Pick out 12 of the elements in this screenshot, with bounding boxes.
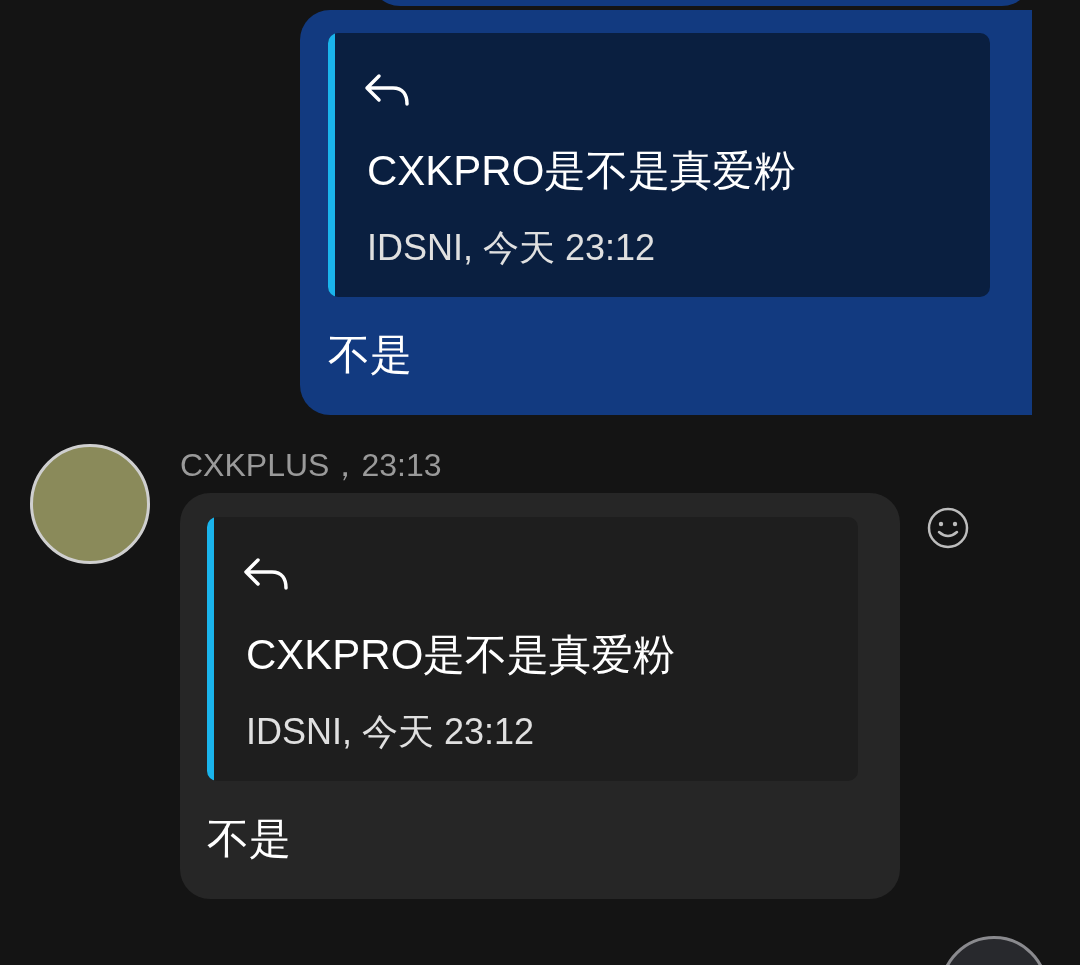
quoted-message[interactable]: CXKPRO是不是真爱粉 IDSNI, 今天 23:12 bbox=[207, 517, 858, 781]
quoted-meta: IDSNI, 今天 23:12 bbox=[246, 710, 536, 754]
quoted-text: CXKPRO是不是真爱粉 bbox=[367, 146, 797, 196]
quoted-message[interactable]: CXKPRO是不是真爱粉 IDSNI, 今天 23:12 bbox=[328, 33, 990, 297]
quoted-meta: IDSNI, 今天 23:12 bbox=[367, 226, 657, 270]
emoji-icon[interactable] bbox=[927, 507, 969, 549]
reply-icon bbox=[363, 73, 411, 107]
message-text: 不是 bbox=[207, 815, 291, 862]
sender-name-time: CXKPLUS，23:13 bbox=[180, 446, 443, 485]
reply-icon bbox=[242, 557, 290, 591]
message-text: 不是 bbox=[328, 331, 412, 378]
quoted-text: CXKPRO是不是真爱粉 bbox=[246, 630, 676, 680]
